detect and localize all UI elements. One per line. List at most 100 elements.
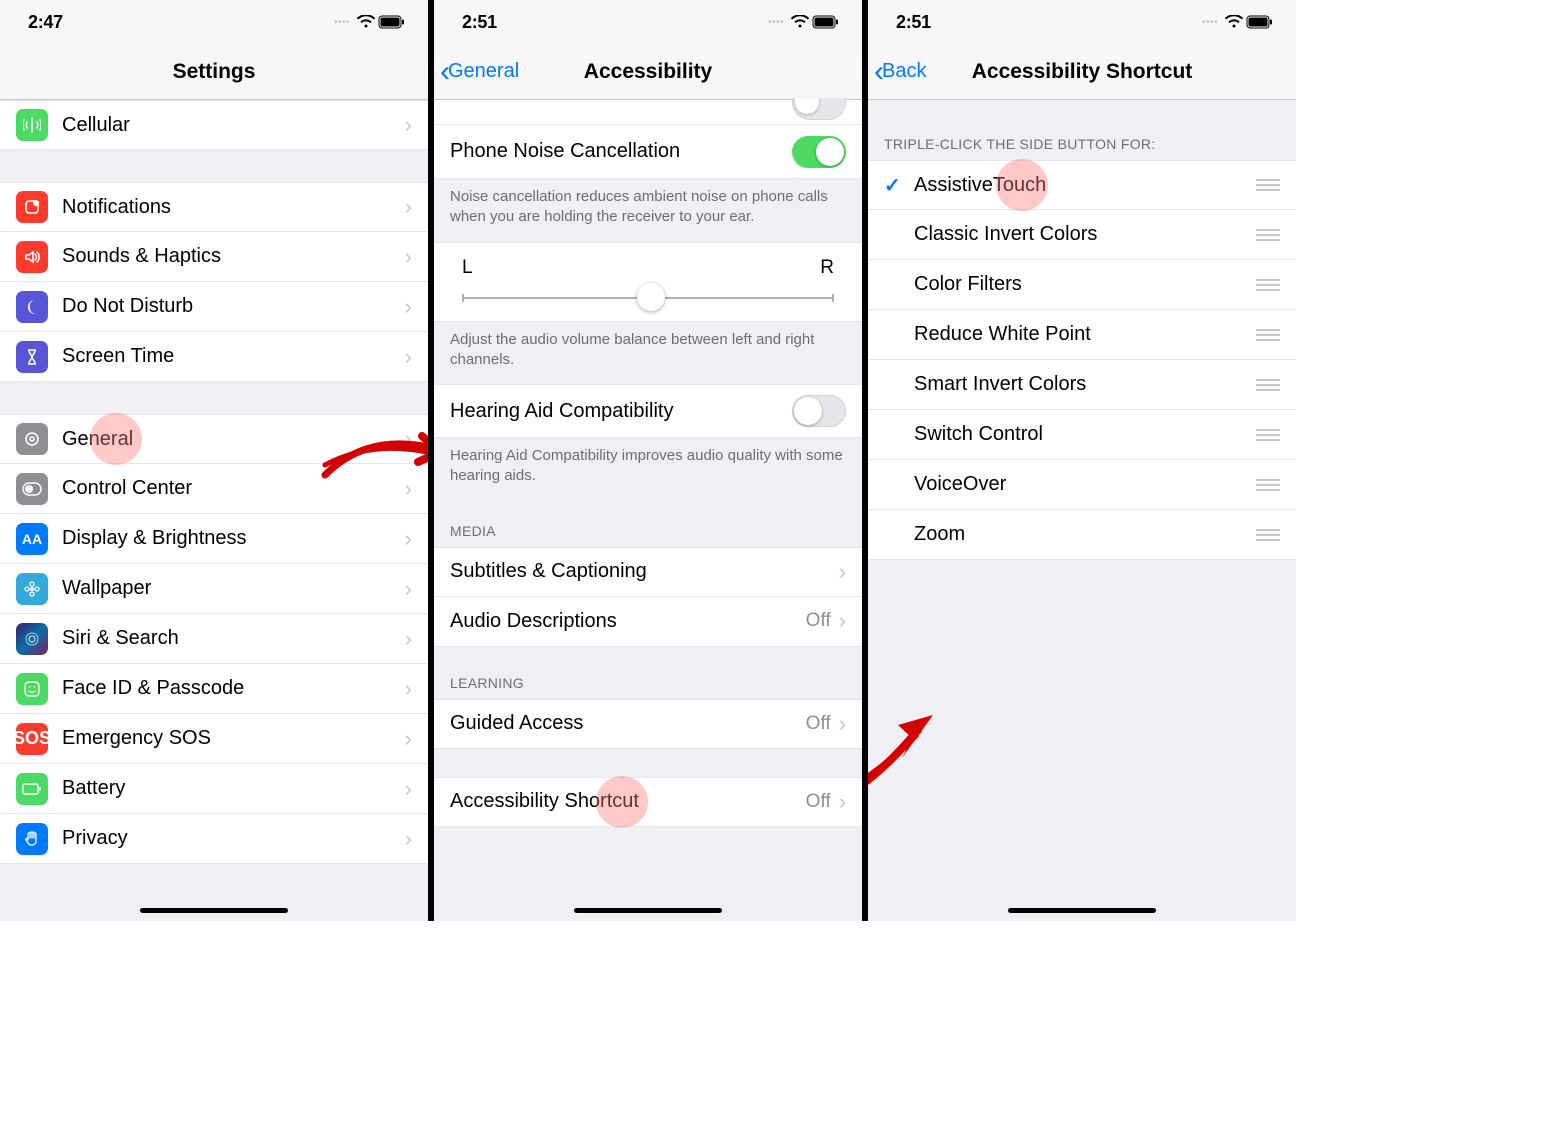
cellular-dots-icon: •••• — [334, 17, 350, 28]
sounds-label: Sounds & Haptics — [62, 245, 405, 268]
shortcut-option-row[interactable]: ✓ AssistiveTouch — [868, 160, 1296, 210]
shortcut-option-row[interactable]: Switch Control — [868, 410, 1296, 460]
status-icons: •••• — [768, 15, 840, 29]
hearing-aid-row[interactable]: Hearing Aid Compatibility — [434, 384, 862, 438]
option-label: Smart Invert Colors — [914, 373, 1248, 396]
chevron-right-icon: › — [405, 826, 412, 852]
faceid-row[interactable]: Face ID & Passcode › — [0, 664, 428, 714]
toggle-partial-icon[interactable] — [792, 98, 846, 120]
reorder-grip-icon[interactable] — [1248, 279, 1280, 291]
chevron-right-icon: › — [405, 676, 412, 702]
dnd-label: Do Not Disturb — [62, 295, 405, 318]
shortcut-option-row[interactable]: Smart Invert Colors — [868, 360, 1296, 410]
back-button[interactable]: ‹ Back — [874, 60, 926, 83]
cellular-label: Cellular — [62, 114, 405, 137]
sos-label: Emergency SOS — [62, 727, 405, 750]
sounds-row[interactable]: Sounds & Haptics › — [0, 232, 428, 282]
audiodesc-label: Audio Descriptions — [450, 610, 806, 633]
cellular-row[interactable]: Cellular › — [0, 100, 428, 150]
settings-screen: 2:47 •••• Settings Cellular › Notificati… — [0, 0, 428, 921]
shortcut-option-row[interactable]: Classic Invert Colors — [868, 210, 1296, 260]
chevron-right-icon: › — [405, 344, 412, 370]
reorder-grip-icon[interactable] — [1248, 529, 1280, 541]
status-bar: 2:51 •••• — [434, 0, 862, 44]
shortcut-option-row[interactable]: Color Filters — [868, 260, 1296, 310]
option-label: Switch Control — [914, 423, 1248, 446]
do-not-disturb-row[interactable]: Do Not Disturb › — [0, 282, 428, 332]
reorder-grip-icon[interactable] — [1248, 429, 1280, 441]
subtitles-row[interactable]: Subtitles & Captioning › — [434, 547, 862, 597]
option-label: VoiceOver — [914, 473, 1248, 496]
guided-value: Off — [806, 713, 831, 735]
toggle-icon — [16, 473, 48, 505]
chevron-right-icon: › — [405, 576, 412, 602]
page-title: Accessibility — [584, 60, 712, 84]
accessibility-screen: 2:51 •••• ‹ General Accessibility Phone … — [434, 0, 862, 921]
accessibility-list[interactable]: Phone Noise Cancellation Noise cancellat… — [434, 100, 862, 855]
page-title: Settings — [173, 60, 256, 84]
home-indicator[interactable] — [1008, 908, 1156, 913]
noise-cancel-row[interactable]: Phone Noise Cancellation — [434, 125, 862, 179]
battery-row[interactable]: Battery › — [0, 764, 428, 814]
learning-header: LEARNING — [434, 647, 862, 699]
privacy-label: Privacy — [62, 827, 405, 850]
option-label: Color Filters — [914, 273, 1248, 296]
back-label: General — [448, 60, 519, 83]
reorder-grip-icon[interactable] — [1248, 379, 1280, 391]
privacy-row[interactable]: Privacy › — [0, 814, 428, 864]
cellular-dots-icon: •••• — [1202, 17, 1218, 28]
reorder-grip-icon[interactable] — [1248, 179, 1280, 191]
chevron-right-icon: › — [839, 711, 846, 737]
noise-cancel-toggle[interactable] — [792, 136, 846, 168]
notifications-row[interactable]: Notifications › — [0, 182, 428, 232]
battery-icon — [1246, 15, 1274, 29]
nav-bar: ‹ Back Accessibility Shortcut — [868, 44, 1296, 100]
hearing-toggle[interactable] — [792, 395, 846, 427]
wifi-icon — [790, 15, 810, 29]
chevron-right-icon: › — [405, 726, 412, 752]
shortcut-option-row[interactable]: Reduce White Point — [868, 310, 1296, 360]
siri-row[interactable]: Siri & Search › — [0, 614, 428, 664]
general-row[interactable]: General › — [0, 414, 428, 464]
noise-cancel-label: Phone Noise Cancellation — [450, 140, 792, 163]
status-icons: •••• — [334, 15, 406, 29]
chevron-right-icon: › — [405, 476, 412, 502]
accessibility-shortcut-row[interactable]: Accessibility Shortcut Off › — [434, 777, 862, 827]
settings-list[interactable]: Cellular › Notifications › Sounds & Hapt… — [0, 100, 428, 882]
sos-icon: SOS — [16, 723, 48, 755]
guided-access-row[interactable]: Guided Access Off › — [434, 699, 862, 749]
chevron-right-icon: › — [405, 426, 412, 452]
accessibility-shortcut-screen: 2:51 •••• ‹ Back Accessibility Shortcut … — [868, 0, 1296, 921]
screentime-label: Screen Time — [62, 345, 405, 368]
screen-time-row[interactable]: Screen Time › — [0, 332, 428, 382]
audiodesc-value: Off — [806, 610, 831, 632]
display-row[interactable]: AA Display & Brightness › — [0, 514, 428, 564]
hearing-footer: Hearing Aid Compatibility improves audio… — [434, 438, 862, 495]
shortcut-option-row[interactable]: Zoom — [868, 510, 1296, 560]
control-center-row[interactable]: Control Center › — [0, 464, 428, 514]
shortcut-value: Off — [806, 791, 831, 813]
noise-footer: Noise cancellation reduces ambient noise… — [434, 179, 862, 236]
back-button[interactable]: ‹ General — [440, 60, 519, 83]
option-label: Zoom — [914, 523, 1248, 546]
shortcut-list[interactable]: TRIPLE-CLICK THE SIDE BUTTON FOR: ✓ Assi… — [868, 100, 1296, 560]
chevron-right-icon: › — [839, 789, 846, 815]
section-header: TRIPLE-CLICK THE SIDE BUTTON FOR: — [868, 100, 1296, 160]
reorder-grip-icon[interactable] — [1248, 229, 1280, 241]
reorder-grip-icon[interactable] — [1248, 479, 1280, 491]
audio-desc-row[interactable]: Audio Descriptions Off › — [434, 597, 862, 647]
shortcut-option-row[interactable]: VoiceOver — [868, 460, 1296, 510]
home-indicator[interactable] — [574, 908, 722, 913]
faceid-label: Face ID & Passcode — [62, 677, 405, 700]
battery-icon — [812, 15, 840, 29]
wallpaper-row[interactable]: Wallpaper › — [0, 564, 428, 614]
balance-left-label: L — [462, 257, 473, 279]
hourglass-icon — [16, 341, 48, 373]
reorder-grip-icon[interactable] — [1248, 329, 1280, 341]
chevron-right-icon: › — [405, 194, 412, 220]
balance-slider[interactable] — [462, 297, 834, 299]
sos-row[interactable]: SOS Emergency SOS › — [0, 714, 428, 764]
home-indicator[interactable] — [140, 908, 288, 913]
slider-thumb[interactable] — [637, 283, 665, 311]
guided-label: Guided Access — [450, 712, 806, 735]
